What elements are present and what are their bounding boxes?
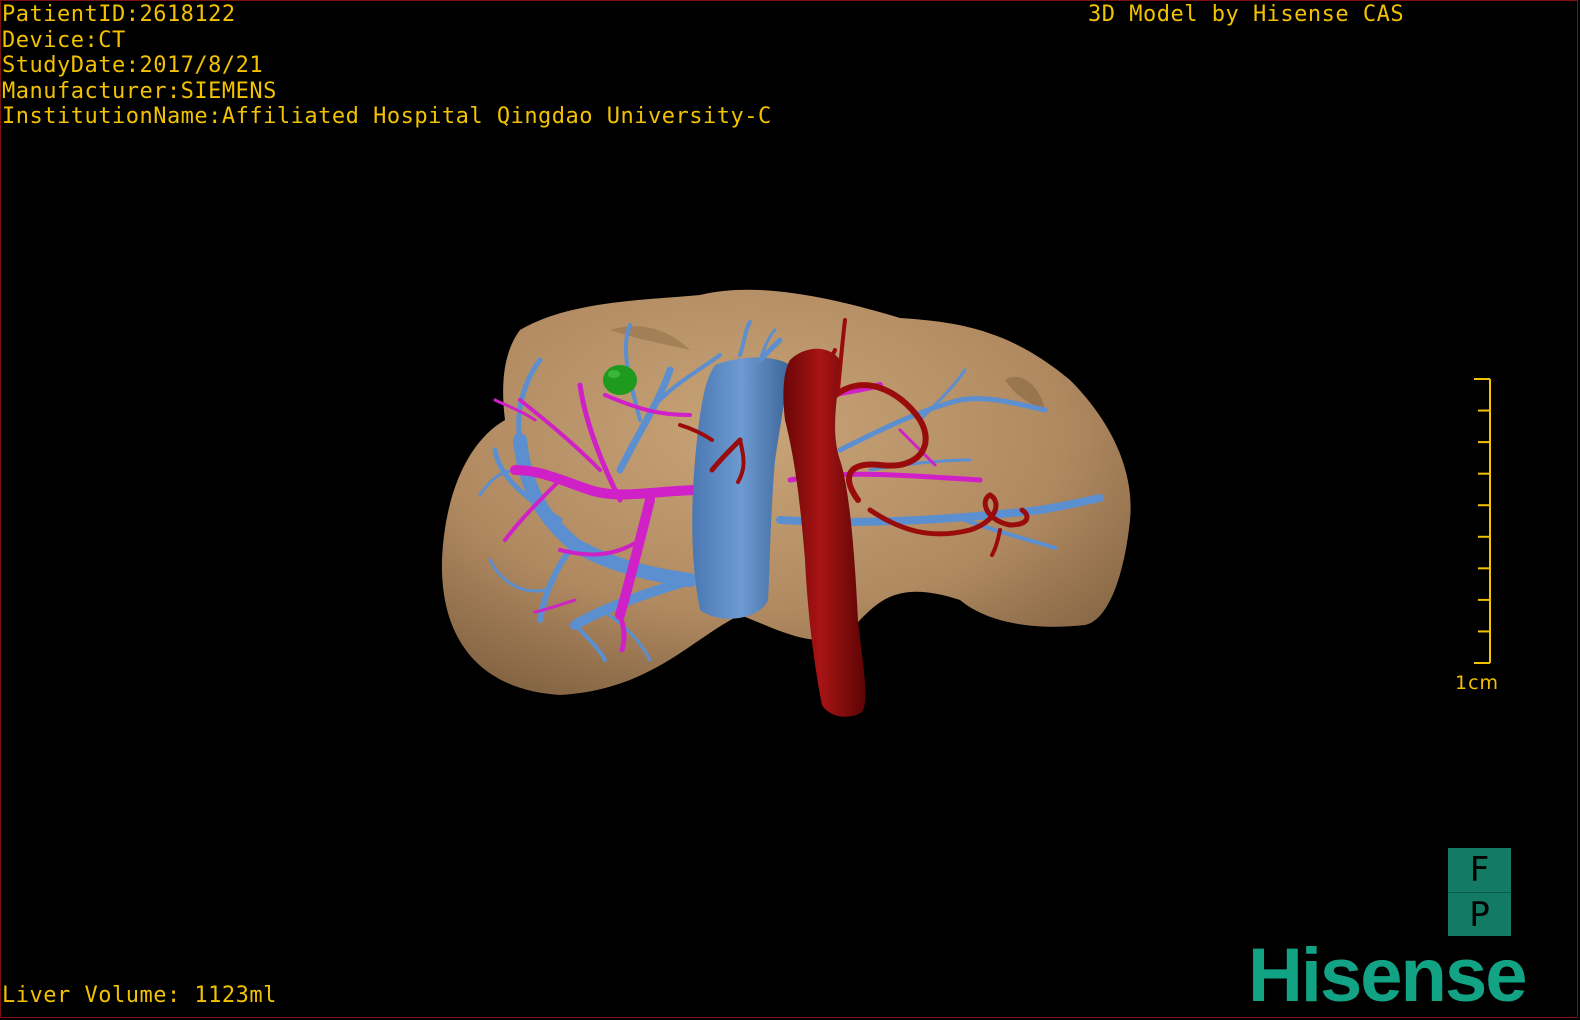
hisense-logo: Hisense (1248, 933, 1527, 1018)
scale-bar (1474, 378, 1491, 664)
orientation-bottom-label: P (1448, 892, 1511, 936)
orientation-top-label: F (1448, 848, 1511, 892)
patient-id-text: PatientID:2618122 (2, 2, 236, 27)
orientation-indicator[interactable]: F P (1448, 848, 1511, 936)
institution-text: InstitutionName:Affiliated Hospital Qing… (2, 104, 772, 129)
manufacturer-text: Manufacturer:SIEMENS (2, 78, 277, 104)
dicom-info-overlay: PatientID:2618122 Device:CT StudyDate:20… (2, 2, 772, 130)
device-text: Device:CT (2, 27, 126, 53)
liver-volume-text: Liver Volume: 1123ml (2, 983, 277, 1008)
scale-label: 1cm (1455, 672, 1500, 694)
tumor-lesion (603, 365, 637, 395)
3d-model-viewport[interactable] (0, 0, 1580, 1020)
model-credit-text: 3D Model by Hisense CAS (1088, 2, 1405, 27)
study-date-text: StudyDate:2017/8/21 (2, 53, 264, 78)
